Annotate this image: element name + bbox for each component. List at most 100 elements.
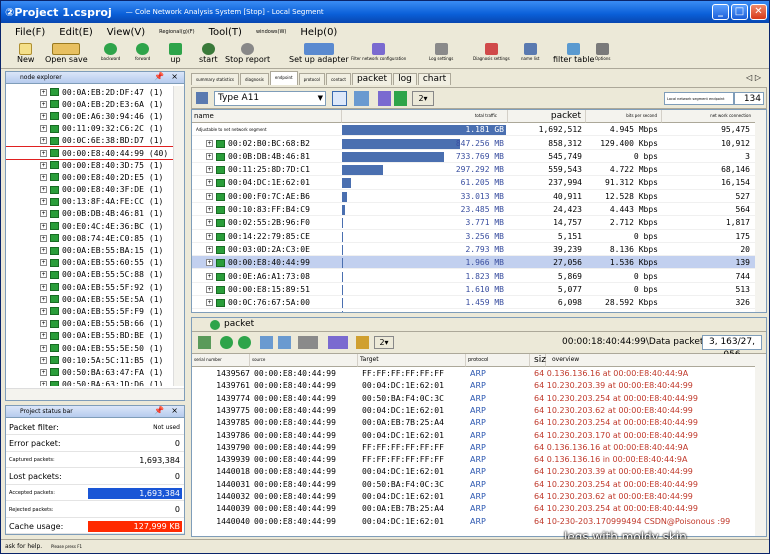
expand-icon[interactable]: + [40, 356, 47, 364]
expand-icon[interactable]: + [40, 307, 47, 315]
table-row[interactable]: +00:11:25:8D:91:97 1.379 MB6,553 0 bps 43 [192, 309, 756, 313]
tab-packet[interactable]: packet [351, 73, 393, 85]
expand-icon[interactable]: + [40, 283, 47, 291]
column-bits-per-second[interactable]: bits per second [586, 110, 662, 123]
table-row[interactable]: +00:14:22:79:85:CE 3.256 MB 5,151 0 bps 175 [192, 230, 756, 243]
table-row[interactable]: +00:00:F0:7C:AE:B6 33.013 MB 40,911 12.528 … [192, 190, 756, 203]
arrow-left-icon[interactable] [220, 336, 233, 349]
stop-report-button[interactable]: Stop report [225, 43, 270, 67]
tab-protocol[interactable]: protocol [298, 73, 325, 85]
tree-node[interactable]: +00:0A:EB:55:BA:15 (1) [6, 244, 174, 256]
packet-row[interactable]: 1440032 00:00:E8:40:44:99 00:04:DC:1E:62:0… [192, 491, 766, 503]
tree-node[interactable]: +00:13:8F:4A:FE:CC (1) [6, 196, 174, 208]
tab-scroll-arrows-icon[interactable]: ◁ ▷ [746, 73, 761, 82]
grid-view-icon[interactable] [332, 91, 347, 106]
tree-node[interactable]: +00:0A:EB:55:5F:F9 (1) [6, 305, 174, 317]
pin-icon[interactable]: 📌 [154, 72, 164, 81]
column-connection[interactable]: net work connection [662, 110, 756, 123]
tree-node[interactable]: +00:0A:EB:55:5E:50 (1) [6, 342, 174, 354]
tree-node[interactable]: +00:0A:EB:2D:DF:47 (1) [6, 86, 174, 98]
table-row[interactable]: +00:00:E8:40:44:99 1.966 MB 27,056 1.536 Kb… [192, 256, 756, 270]
vertical-scrollbar[interactable] [755, 110, 766, 312]
expand-icon[interactable]: + [206, 272, 213, 280]
expand-icon[interactable]: + [206, 179, 213, 187]
expand-icon[interactable]: + [40, 368, 47, 376]
name-list-button[interactable]: name list [521, 43, 540, 67]
tree-node[interactable]: +00:50:BA:63:47:FA (1) [6, 366, 174, 378]
packet-row[interactable]: 1439774 00:00:E8:40:44:99 00:50:BA:F4:0C:3… [192, 393, 766, 405]
tree-node[interactable]: +00:00:E8:40:3D:75 (1) [6, 159, 174, 171]
up-button[interactable]: up [169, 43, 182, 67]
expand-icon[interactable]: + [40, 295, 47, 303]
log-settings-button[interactable]: Log settings [429, 43, 453, 67]
tree-node[interactable]: +00:0B:DB:4B:46:81 (1) [6, 208, 174, 220]
number-dropdown-icon[interactable]: 2▾ [374, 336, 394, 349]
expand-icon[interactable]: + [206, 139, 213, 147]
column-protocol[interactable]: protocol [466, 354, 530, 367]
column-overview[interactable]: overview [546, 354, 756, 367]
filter-table-button[interactable]: filter table [553, 43, 594, 67]
expand-icon[interactable]: + [40, 271, 47, 279]
decode-icon[interactable] [278, 336, 291, 349]
expand-icon[interactable]: + [40, 88, 47, 96]
tree-node[interactable]: +00:0A:EB:55:5B:66 (1) [6, 318, 174, 330]
tree-node[interactable]: +00:0A:EB:2D:E3:6A (1) [6, 98, 174, 110]
expand-icon[interactable]: + [40, 320, 47, 328]
type-select[interactable]: Type A11 ▼ [214, 91, 326, 106]
column-name[interactable]: name [192, 110, 342, 123]
filter-icon[interactable] [378, 91, 391, 106]
tree-node[interactable]: +00:0A:EB:55:5C:88 (1) [6, 269, 174, 281]
expand-icon[interactable]: + [40, 198, 47, 206]
menu-edit[interactable]: Edit(E) [59, 27, 93, 38]
menu-file[interactable]: File(F) [15, 27, 45, 38]
tab-diagnosis[interactable]: diagnosis [239, 73, 269, 85]
tree-node[interactable]: +00:0E:A6:30:94:46 (1) [6, 110, 174, 122]
packet-row[interactable]: 1440039 00:00:E8:40:44:99 00:0A:EB:7B:25:A… [192, 503, 766, 515]
backward-button[interactable]: backward [101, 43, 120, 67]
tab-endpoint[interactable]: endpoint [269, 71, 298, 85]
tab-summary-statistics[interactable]: summary statistics [191, 73, 239, 85]
start-button[interactable]: start [199, 43, 218, 67]
table-row[interactable]: +00:03:0D:2A:C3:0E 2.793 MB 39,239 8.136 Kb… [192, 243, 756, 257]
tree-node[interactable]: +00:08:74:4E:C0:85 (1) [6, 232, 174, 244]
expand-icon[interactable]: + [40, 173, 47, 181]
tab-contact[interactable]: contact [325, 73, 351, 85]
packet-row[interactable]: 1440040 00:00:E8:40:44:99 00:04:DC:1E:62:0… [192, 516, 766, 528]
expand-icon[interactable]: + [206, 312, 213, 313]
table-row[interactable]: +00:00:E8:15:89:51 1.610 MB 5,077 0 bps 513 [192, 283, 756, 297]
expand-icon[interactable]: + [40, 186, 47, 194]
tab-chart[interactable]: chart [417, 73, 452, 85]
menu-tool[interactable]: Tool(T) [209, 27, 242, 38]
open-save-button[interactable]: Open save [45, 43, 88, 67]
diagnosis-settings-button[interactable]: Diagnosis settings [473, 43, 510, 67]
expand-icon[interactable]: + [206, 152, 213, 160]
expand-icon[interactable]: + [40, 112, 47, 120]
tree-node[interactable]: +00:0A:EB:55:60:55 (1) [6, 257, 174, 269]
expand-icon[interactable]: + [40, 100, 47, 108]
expand-icon[interactable]: + [40, 161, 47, 169]
expand-icon[interactable]: + [40, 234, 47, 242]
expand-icon[interactable]: + [40, 344, 47, 352]
menu-help[interactable]: Help(0) [300, 27, 337, 38]
expand-icon[interactable]: + [40, 125, 47, 133]
table-row[interactable]: +00:0C:76:67:5A:00 1.459 MB 6,098 28.592 Kb… [192, 296, 756, 310]
tree-node[interactable]: +00:0A:EB:55:BD:BE (1) [6, 330, 174, 342]
setup-adapter-button[interactable]: Set up adapter [289, 43, 349, 67]
expand-icon[interactable]: + [206, 219, 213, 227]
expand-icon[interactable]: + [40, 222, 47, 230]
menu-view[interactable]: View(V) [107, 27, 145, 38]
refresh-icon[interactable] [394, 91, 407, 106]
close-button[interactable]: ✕ [750, 4, 767, 20]
packet-row[interactable]: 1439567 00:00:E8:40:44:99 FF:FF:FF:FF:FF:F… [192, 368, 766, 380]
tree-node[interactable]: +00:E0:4C:4E:36:BC (1) [6, 220, 174, 232]
packet-row[interactable]: 1439790 00:00:E8:40:44:99 FF:FF:FF:FF:FF:F… [192, 442, 766, 454]
export-icon[interactable] [298, 336, 318, 349]
pin-icon[interactable]: 📌 [154, 406, 164, 415]
table-row[interactable]: +00:10:83:FF:B4:C9 23.485 MB 24,423 4.443 M… [192, 203, 756, 217]
expand-icon[interactable]: + [40, 332, 47, 340]
horizontal-scrollbar[interactable] [6, 388, 184, 400]
expand-icon[interactable]: + [206, 285, 213, 293]
expand-icon[interactable]: + [206, 206, 213, 213]
table-row[interactable]: +00:11:25:8D:7D:C1 297.292 MB 559,543 4.722… [192, 163, 756, 177]
expand-icon[interactable]: + [206, 232, 213, 240]
